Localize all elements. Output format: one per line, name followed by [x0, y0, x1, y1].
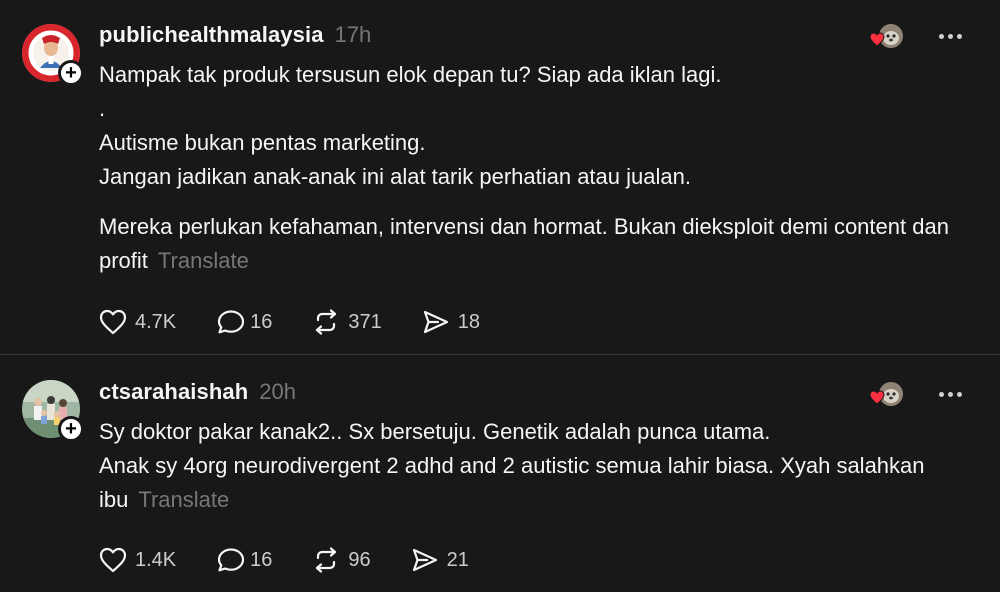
like-button[interactable]: 4.7K — [99, 309, 176, 335]
repost-count: 371 — [348, 310, 382, 333]
more-dots-icon — [939, 33, 962, 39]
post-line: Mereka perlukan kefahaman, intervensi da… — [99, 210, 970, 278]
like-count: 4.7K — [135, 310, 177, 333]
repost-button[interactable]: 96 — [312, 547, 371, 573]
post-content: ctsarahaishah 20h Sy doktor pakar kanak2… — [99, 379, 970, 574]
post-line: Anak sy 4org neurodivergent 2 adhd and 2… — [99, 449, 970, 517]
post-line: Autisme bukan pentas marketing. — [99, 130, 426, 155]
share-button[interactable]: 18 — [422, 309, 480, 335]
plus-icon: + — [65, 417, 77, 440]
reply-button[interactable]: 16 — [216, 309, 272, 335]
author-avatar-container[interactable]: + — [22, 24, 84, 86]
action-bar: 4.7K 16 371 18 — [99, 308, 970, 336]
thread-feed: + publichealthmalaysia 17h Nampak tak pr… — [0, 0, 1000, 592]
post-header: ctsarahaishah 20h — [99, 379, 970, 407]
speech-bubble-icon — [218, 548, 245, 572]
more-options-button[interactable] — [935, 388, 966, 401]
reply-count: 16 — [250, 310, 273, 333]
thread-post: + publichealthmalaysia 17h Nampak tak pr… — [0, 0, 1000, 354]
liker-avatar-stack[interactable] — [869, 22, 903, 50]
like-count: 1.4K — [135, 548, 177, 571]
post-timestamp[interactable]: 20h — [259, 379, 296, 405]
post-header-right — [869, 380, 966, 408]
speech-bubble-icon — [218, 310, 245, 334]
share-button[interactable]: 21 — [411, 547, 469, 573]
share-count: 18 — [457, 310, 481, 333]
translate-link[interactable]: Translate — [158, 248, 249, 273]
share-count: 21 — [446, 548, 469, 571]
like-button[interactable]: 1.4K — [99, 547, 176, 573]
author-avatar-container[interactable]: + — [22, 380, 84, 442]
post-timestamp[interactable]: 17h — [335, 22, 372, 48]
post-header-right — [869, 22, 966, 50]
repost-count: 96 — [348, 548, 371, 571]
reply-button[interactable]: 16 — [216, 547, 272, 573]
username-link[interactable]: publichealthmalaysia — [99, 22, 324, 48]
repost-arrows-icon — [316, 309, 337, 335]
post-line: Nampak tak produk tersusun elok depan tu… — [99, 62, 722, 87]
heart-outline-icon — [99, 547, 127, 573]
post-content: publichealthmalaysia 17h Nampak tak prod… — [99, 22, 970, 336]
post-line: Sy doktor pakar kanak2.. Sx bersetuju. G… — [99, 419, 771, 444]
more-dots-icon — [939, 391, 962, 397]
post-line: . — [99, 96, 106, 121]
red-heart-icon — [869, 32, 885, 47]
post-header: publichealthmalaysia 17h — [99, 22, 970, 50]
red-heart-icon — [869, 390, 885, 405]
follow-button[interactable]: + — [58, 416, 84, 442]
repost-button[interactable]: 371 — [312, 309, 382, 335]
post-body: Sy doktor pakar kanak2.. Sx bersetuju. G… — [99, 415, 970, 517]
send-arrow-icon — [423, 310, 448, 334]
action-bar: 1.4K 16 96 21 — [99, 546, 970, 574]
post-line: Jangan jadikan anak-anak ini alat tarik … — [99, 164, 691, 189]
username-link[interactable]: ctsarahaishah — [99, 379, 248, 405]
translate-link[interactable]: Translate — [138, 487, 229, 512]
more-options-button[interactable] — [935, 30, 966, 43]
heart-outline-icon — [99, 309, 127, 335]
send-arrow-icon — [412, 548, 437, 572]
post-body: Nampak tak produk tersusun elok depan tu… — [99, 58, 970, 278]
repost-arrows-icon — [316, 547, 337, 573]
plus-icon: + — [65, 61, 77, 84]
follow-button[interactable]: + — [58, 60, 84, 86]
thread-post: + ctsarahaishah 20h Sy doktor pakar kana… — [0, 355, 1000, 592]
liker-avatar-stack[interactable] — [869, 380, 903, 408]
reply-count: 16 — [250, 548, 273, 571]
